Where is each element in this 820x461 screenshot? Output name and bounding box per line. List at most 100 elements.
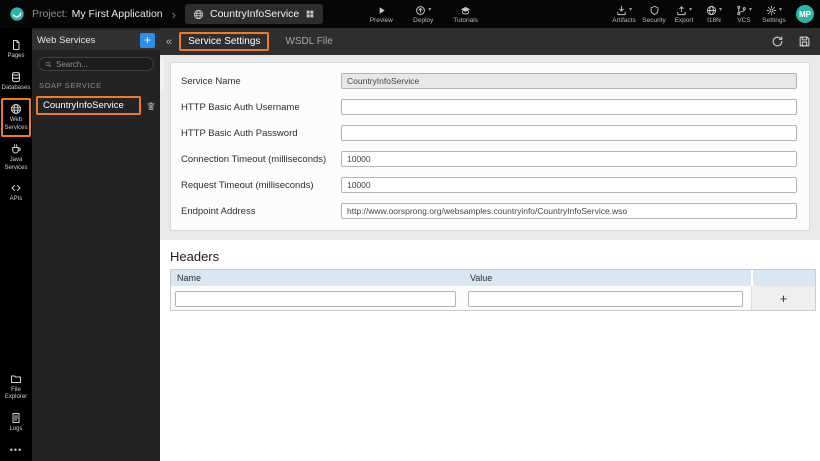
i18n-export-label: Export bbox=[674, 16, 694, 24]
settings-button[interactable]: ▾ Settings bbox=[762, 5, 786, 24]
caret-down-icon: ▾ bbox=[718, 7, 722, 13]
field-label: HTTP Basic Auth Username bbox=[181, 101, 300, 113]
trash-icon bbox=[147, 101, 155, 110]
breadcrumb-chevron-icon: › bbox=[171, 6, 176, 22]
request-timeout-input[interactable] bbox=[341, 177, 797, 193]
rail-item-apis[interactable]: APIs bbox=[1, 178, 31, 208]
rail-item-java-services[interactable]: Java Services bbox=[1, 139, 31, 176]
form-row: HTTP Basic Auth Username bbox=[171, 94, 809, 120]
add-service-button[interactable]: + bbox=[140, 32, 155, 48]
rail-label: Logs bbox=[9, 425, 23, 432]
topbar-center-actions: Preview ▾ Deploy Tutorials bbox=[369, 5, 478, 24]
rail-item-databases[interactable]: Databases bbox=[1, 67, 31, 97]
web-service-icon bbox=[193, 9, 204, 19]
field-label: HTTP Basic Auth Password bbox=[181, 127, 298, 139]
deploy-icon bbox=[416, 5, 426, 15]
grid-icon[interactable] bbox=[305, 9, 315, 19]
apis-code-icon bbox=[11, 185, 21, 191]
caret-down-icon: ▾ bbox=[778, 7, 782, 13]
tab-service-settings[interactable]: Service Settings bbox=[179, 32, 270, 51]
user-avatar[interactable]: MP bbox=[796, 5, 814, 23]
header-name-input[interactable] bbox=[175, 291, 456, 307]
rail-label: Pages bbox=[7, 53, 25, 59]
topbar-right-actions: ▾ Artifacts Security ▾ Export ▾ I18N ▾ V… bbox=[612, 5, 786, 24]
tab-wsdl-file[interactable]: WSDL File bbox=[278, 34, 339, 49]
form-row: Endpoint Address bbox=[171, 198, 809, 224]
rail-more-button[interactable]: ••• bbox=[0, 438, 32, 458]
panel-title: Web Services bbox=[37, 34, 96, 46]
service-list-item[interactable]: CountryInfoService bbox=[36, 96, 156, 115]
search-box[interactable] bbox=[38, 57, 154, 71]
save-button[interactable] bbox=[798, 35, 811, 48]
topbar: Project: My First Application › CountryI… bbox=[0, 0, 820, 28]
http-basic-auth-password-input[interactable] bbox=[341, 125, 797, 141]
endpoint-address-input[interactable] bbox=[341, 203, 797, 219]
vcs-branch-icon bbox=[737, 5, 746, 15]
rail-label: Java Services bbox=[4, 157, 28, 171]
field-label: Endpoint Address bbox=[181, 205, 256, 217]
security-button[interactable]: Security bbox=[642, 5, 666, 24]
headers-section-title: Headers bbox=[170, 249, 220, 264]
collapse-sidebar-button[interactable]: « bbox=[163, 36, 175, 48]
form-row: Connection Timeout (milliseconds) bbox=[171, 146, 809, 172]
refresh-button[interactable] bbox=[771, 35, 784, 48]
action-column-header bbox=[751, 270, 815, 286]
entity-name: CountryInfoService bbox=[209, 8, 300, 20]
project-name: My First Application bbox=[71, 8, 163, 20]
header-name-cell bbox=[171, 289, 464, 307]
search-input[interactable] bbox=[56, 59, 147, 69]
tutorials-icon bbox=[461, 6, 471, 14]
vcs-label: VCS bbox=[737, 16, 751, 24]
name-column-header: Name bbox=[177, 273, 202, 283]
vcs-button[interactable]: ▾ VCS bbox=[732, 5, 756, 24]
pages-icon bbox=[13, 40, 20, 50]
rail-item-web-services[interactable]: Web Services bbox=[1, 98, 31, 137]
rail-label: Databases bbox=[1, 84, 31, 91]
header-value-input[interactable] bbox=[467, 291, 743, 307]
headers-table: Name Value + bbox=[170, 269, 816, 311]
i18n-label: I18N bbox=[707, 16, 721, 24]
preview-label: Preview bbox=[369, 16, 393, 24]
app-window: Project: My First Application › CountryI… bbox=[0, 0, 820, 461]
logs-document-icon bbox=[12, 412, 20, 423]
rail-item-file-explorer[interactable]: File Explorer bbox=[1, 369, 31, 406]
service-settings-content: Service Name HTTP Basic Auth Username HT… bbox=[160, 55, 820, 461]
rail-label: File Explorer bbox=[4, 386, 28, 401]
rail-item-logs[interactable]: Logs bbox=[1, 408, 31, 438]
preview-button[interactable]: Preview bbox=[369, 5, 393, 24]
active-entity-selector[interactable]: CountryInfoService bbox=[184, 4, 324, 24]
field-label: Service Name bbox=[181, 75, 241, 87]
security-shield-icon bbox=[650, 5, 658, 15]
form-backdrop: Service Name HTTP Basic Auth Username HT… bbox=[160, 55, 820, 240]
web-services-globe-icon bbox=[11, 104, 21, 114]
delete-service-button[interactable] bbox=[146, 101, 156, 111]
form-row: HTTP Basic Auth Password bbox=[171, 120, 809, 146]
caret-down-icon: ▾ bbox=[628, 7, 632, 13]
file-explorer-folder-icon bbox=[11, 375, 21, 383]
i18n-button[interactable]: ▾ I18N bbox=[702, 5, 726, 24]
artifacts-button[interactable]: ▾ Artifacts bbox=[612, 5, 636, 24]
save-floppy-icon bbox=[799, 36, 810, 47]
export-button[interactable]: ▾ Export bbox=[672, 5, 696, 24]
main-area: « Service Settings WSDL File Service Nam… bbox=[160, 28, 820, 461]
deploy-button[interactable]: ▾ Deploy bbox=[411, 5, 435, 24]
export-icon bbox=[677, 5, 686, 15]
refresh-icon bbox=[772, 36, 783, 47]
value-column-header: Value bbox=[469, 273, 493, 283]
service-item-label[interactable]: CountryInfoService bbox=[36, 96, 141, 115]
connection-timeout-input[interactable] bbox=[341, 151, 797, 167]
app-logo-icon[interactable] bbox=[9, 6, 25, 22]
rail-item-pages[interactable]: Pages bbox=[1, 35, 31, 65]
scrollbar-thumb[interactable] bbox=[160, 57, 164, 91]
rail-spacer bbox=[0, 209, 32, 368]
add-header-button[interactable]: + bbox=[751, 286, 815, 310]
artifacts-label: Artifacts bbox=[612, 16, 636, 24]
artifacts-icon bbox=[617, 5, 626, 15]
header-value-cell bbox=[464, 289, 751, 307]
left-rail: Pages Databases Web Services Java Servic… bbox=[0, 28, 32, 461]
service-name-input[interactable] bbox=[341, 73, 797, 89]
field-label: Request Timeout (milliseconds) bbox=[181, 179, 314, 191]
http-basic-auth-username-input[interactable] bbox=[341, 99, 797, 115]
section-label: SOAP SERVICE bbox=[39, 81, 102, 90]
tutorials-button[interactable]: Tutorials bbox=[453, 5, 478, 24]
